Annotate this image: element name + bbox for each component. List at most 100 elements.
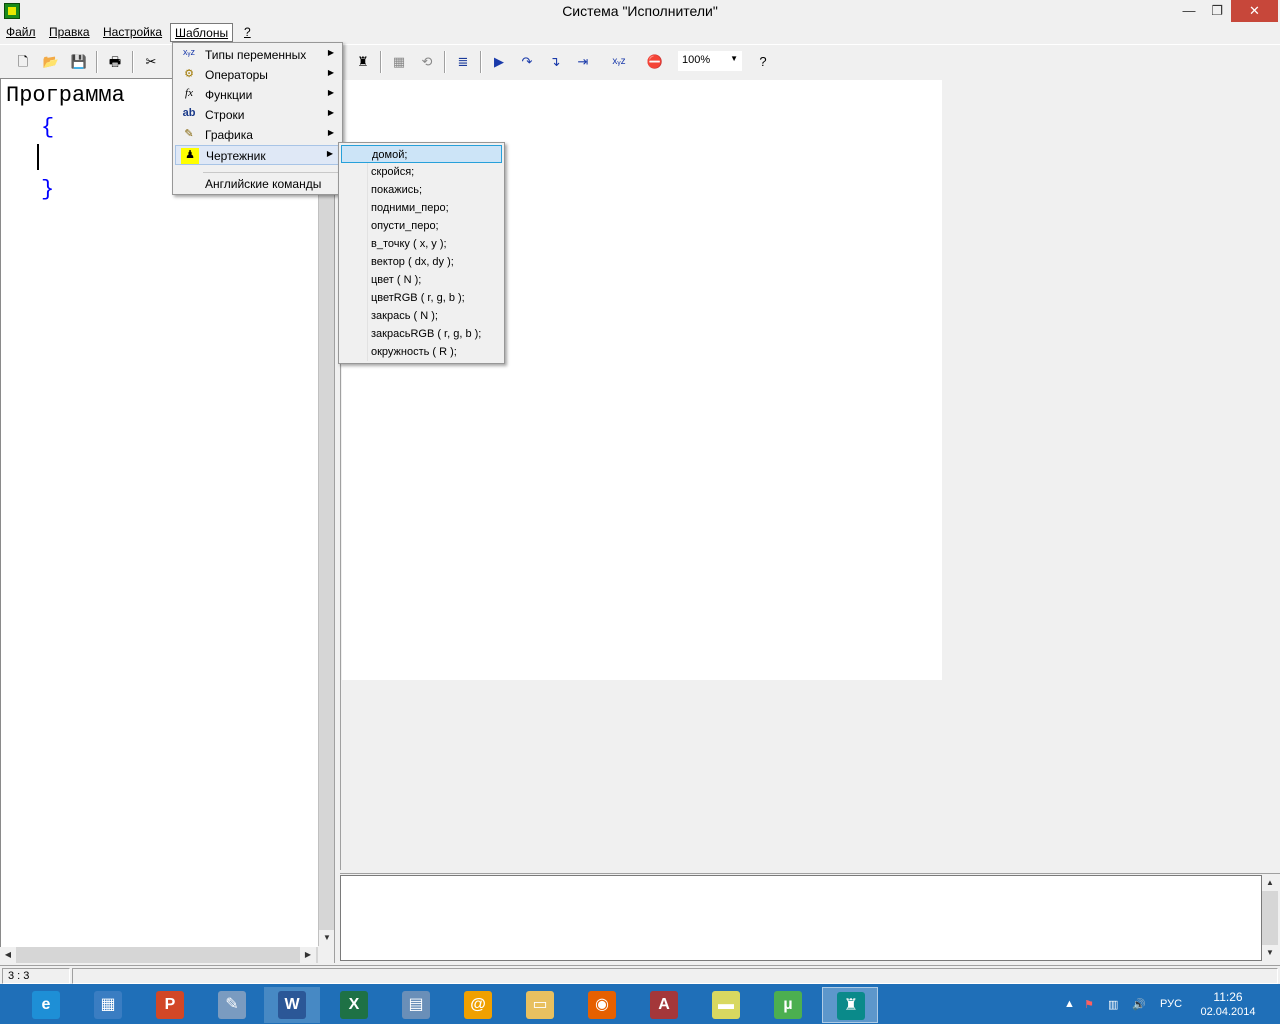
powerpoint-taskbar-button[interactable]: P [142, 987, 198, 1023]
mail-agent-taskbar-button[interactable]: @ [450, 987, 506, 1023]
excel-taskbar-button[interactable]: X [326, 987, 382, 1023]
refresh-icon[interactable]: ⟲ [418, 53, 436, 71]
status-message [72, 968, 1278, 984]
paint-taskbar-button[interactable]: ✎ [204, 987, 260, 1023]
clock-time[interactable]: 11:26 [1200, 990, 1256, 1004]
calculator-taskbar-button[interactable]: ▤ [388, 987, 444, 1023]
step-cursor-icon[interactable]: ⇥ [574, 53, 592, 71]
drawer-command-pen-down[interactable]: опусти_перо; [341, 217, 502, 235]
code-editor[interactable]: Программа { } [0, 78, 318, 948]
scroll-left-icon[interactable]: ◀ [0, 947, 16, 963]
access-icon: A [650, 991, 678, 1019]
maximize-button[interactable]: ❐ [1204, 0, 1230, 22]
new-file-icon[interactable]: 🗋 [14, 53, 32, 71]
zoom-select[interactable]: 100% ▼ [678, 51, 742, 71]
input-language[interactable]: РУС [1160, 998, 1182, 1010]
toolbar-separator [132, 51, 134, 73]
sticky-notes-taskbar-button[interactable]: ▬ [698, 987, 754, 1023]
menu-item-operators[interactable]: ⚙ Операторы ▶ [175, 65, 340, 85]
editor-horizontal-scrollbar[interactable]: ◀ ▶ [0, 947, 318, 963]
clock-date[interactable]: 02.04.2014 [1196, 1006, 1260, 1018]
menu-edit[interactable]: Правка [49, 25, 90, 41]
submenu-arrow-icon: ▶ [326, 149, 333, 158]
menu-item-label: покажись; [371, 184, 423, 196]
word-taskbar-button[interactable]: W [264, 987, 320, 1023]
code-keyword-program: Программа [6, 83, 125, 108]
menu-settings[interactable]: Настройка [103, 25, 162, 41]
window-title: Система "Исполнители" [562, 3, 718, 19]
step-into-icon[interactable]: ↴ [546, 53, 564, 71]
executors-app-taskbar-button[interactable]: ♜ [822, 987, 878, 1023]
editor-vertical-scrollbar[interactable]: ▼ [318, 78, 335, 946]
menu-item-variable-types[interactable]: xᵧz Типы переменных ▶ [175, 45, 340, 65]
drawer-command-home[interactable]: домой; [341, 145, 502, 163]
variables-icon[interactable]: xᵧz [610, 53, 628, 71]
file-explorer-taskbar-button[interactable]: ▭ [512, 987, 568, 1023]
network-icon[interactable]: ▥ [1108, 998, 1118, 1011]
menu-templates[interactable]: Шаблоны [170, 23, 234, 42]
drawer-command-color-rgb[interactable]: цветRGB ( r, g, b ); [341, 289, 502, 307]
submenu-arrow-icon: ▶ [327, 128, 334, 137]
drawer-command-hide[interactable]: скройся; [341, 163, 502, 181]
submenu-arrow-icon: ▶ [327, 48, 334, 57]
menu-bar: Файл Правка Настройка Шаблоны ? [0, 22, 1280, 42]
horizontal-splitter[interactable] [340, 870, 1280, 874]
align-icon[interactable]: ≣ [454, 53, 472, 71]
minimize-button[interactable]: — [1176, 0, 1202, 22]
menu-item-label: Типы переменных [205, 48, 307, 62]
word-icon: W [278, 991, 306, 1019]
scroll-up-icon[interactable]: ▲ [1262, 875, 1278, 891]
step-icon[interactable]: ↷ [518, 53, 536, 71]
scroll-right-icon[interactable]: ▶ [300, 947, 316, 963]
open-folder-icon[interactable]: 📂 [42, 53, 60, 71]
firefox-taskbar-button[interactable]: ◉ [574, 987, 630, 1023]
paint-icon: ✎ [218, 991, 246, 1019]
mail-agent-icon: @ [464, 991, 492, 1019]
output-panel[interactable] [340, 875, 1262, 961]
access-taskbar-button[interactable]: A [636, 987, 692, 1023]
internet-explorer-taskbar-button[interactable]: e [18, 987, 74, 1023]
menu-item-drawer[interactable]: ♟ Чертежник ▶ [175, 145, 340, 165]
close-button[interactable]: ✕ [1231, 0, 1278, 22]
powerpoint-icon: P [156, 991, 184, 1019]
output-vertical-scrollbar[interactable]: ▲ ▼ [1262, 875, 1278, 961]
function-icon: fx [185, 87, 193, 99]
tray-expand-icon[interactable]: ▲ [1064, 998, 1075, 1010]
run-icon[interactable]: ▶ [490, 53, 508, 71]
menu-item-functions[interactable]: fx Функции ▶ [175, 85, 340, 105]
stop-icon[interactable]: ⛔ [646, 53, 664, 71]
utorrent-taskbar-button[interactable]: µ [760, 987, 816, 1023]
drawer-command-vector[interactable]: вектор ( dx, dy ); [341, 253, 502, 271]
menu-item-english-commands[interactable]: Английские команды [175, 174, 340, 194]
menu-file[interactable]: Файл [6, 25, 36, 41]
menu-separator [203, 172, 338, 173]
toolbar-separator [96, 51, 98, 73]
grid-icon[interactable]: ▦ [390, 53, 408, 71]
drawer-command-color[interactable]: цвет ( N ); [341, 271, 502, 289]
menu-item-label: домой; [372, 149, 408, 161]
scroll-down-icon[interactable]: ▼ [1262, 945, 1278, 961]
drawer-command-circle[interactable]: окружность ( R ); [341, 343, 502, 361]
menu-item-graphics[interactable]: ✎ Графика ▶ [175, 125, 340, 145]
menu-item-strings[interactable]: ab Строки ▶ [175, 105, 340, 125]
action-center-icon[interactable]: ⚑ [1084, 998, 1094, 1011]
drawer-command-to-point[interactable]: в_точку ( x, y ); [341, 235, 502, 253]
volume-icon[interactable]: 🔊 [1132, 998, 1146, 1011]
menu-item-label: Чертежник [206, 149, 266, 163]
drawer-icon[interactable]: ♜ [354, 53, 372, 71]
remote-desktop-taskbar-button[interactable]: ▦ [80, 987, 136, 1023]
drawer-command-pen-up[interactable]: подними_перо; [341, 199, 502, 217]
scroll-down-icon[interactable]: ▼ [319, 930, 335, 946]
drawer-command-fill[interactable]: закрась ( N ); [341, 307, 502, 325]
drawer-command-fill-rgb[interactable]: закрасьRGB ( r, g, b ); [341, 325, 502, 343]
utorrent-icon: µ [774, 991, 802, 1019]
help-icon[interactable]: ? [754, 53, 772, 71]
menu-help[interactable]: ? [244, 25, 251, 41]
templates-menu: xᵧz Типы переменных ▶ ⚙ Операторы ▶ fx Ф… [172, 42, 343, 195]
drawer-command-show[interactable]: покажись; [341, 181, 502, 199]
print-icon[interactable]: 🖶 [106, 53, 124, 71]
title-bar: Система "Исполнители" — ❐ ✕ [0, 0, 1280, 22]
save-icon[interactable]: 💾 [70, 53, 88, 71]
variables-icon: xᵧz [183, 47, 195, 57]
cut-icon[interactable]: ✂ [142, 53, 160, 71]
